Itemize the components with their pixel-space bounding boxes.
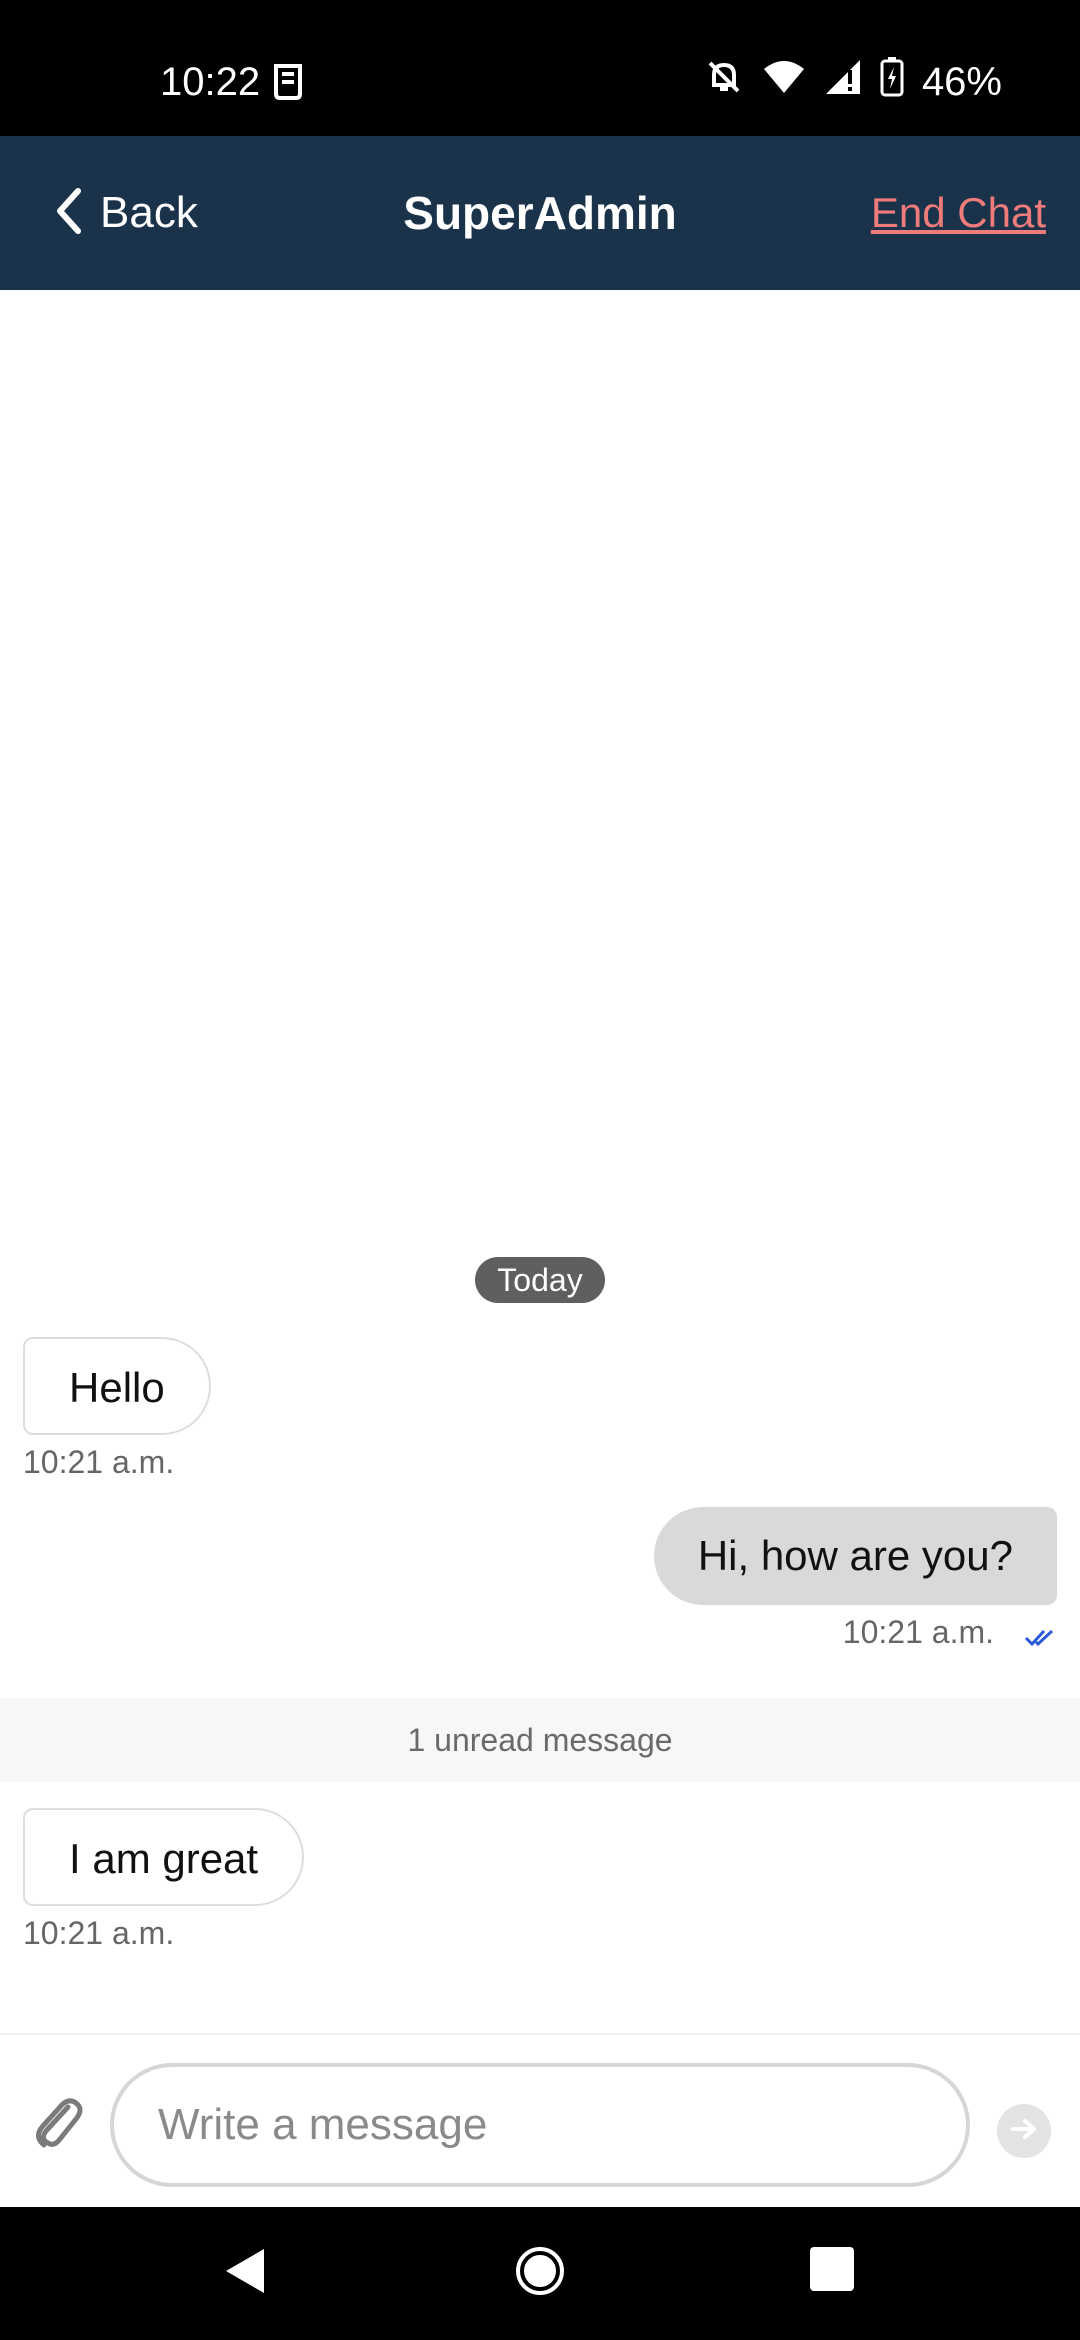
recents-nav-icon[interactable] (808, 2243, 856, 2296)
battery-percent: 46% (921, 59, 1002, 104)
back-nav-icon[interactable] (220, 2243, 268, 2304)
status-bar: 10:22 46% (0, 0, 1080, 136)
signal-icon (824, 58, 862, 106)
unread-separator: 1 unread message (0, 1698, 1080, 1782)
message-time: 10:21 a.m. (842, 1614, 994, 1650)
message-bubble-incoming[interactable]: Hello (23, 1337, 211, 1435)
message-bubble-incoming[interactable]: I am great (23, 1808, 305, 1906)
system-nav-bar (0, 2207, 1080, 2340)
notifications-off-icon (704, 57, 744, 107)
wifi-icon (762, 59, 806, 105)
home-nav-icon[interactable] (512, 2243, 568, 2304)
sim-icon (270, 60, 306, 107)
status-time: 10:22 (160, 60, 261, 104)
end-chat-button[interactable]: End Chat (871, 178, 1046, 248)
battery-charging-icon (880, 57, 904, 107)
message-composer (0, 2033, 1080, 2209)
date-separator: Today (475, 1257, 605, 1303)
attachment-icon[interactable] (30, 2093, 84, 2158)
message-time: 10:21 a.m. (23, 1915, 175, 1951)
message-bubble-outgoing[interactable]: Hi, how are you? (653, 1507, 1057, 1605)
send-button[interactable] (997, 2104, 1051, 2158)
read-receipt-icon (1024, 1628, 1058, 1653)
status-icons: 46% (704, 54, 1002, 110)
chat-header: Back SuperAdmin End Chat (0, 136, 1080, 290)
message-time: 10:21 a.m. (23, 1444, 175, 1480)
message-input[interactable] (110, 2063, 970, 2187)
arrow-right-icon (1009, 2117, 1039, 2146)
